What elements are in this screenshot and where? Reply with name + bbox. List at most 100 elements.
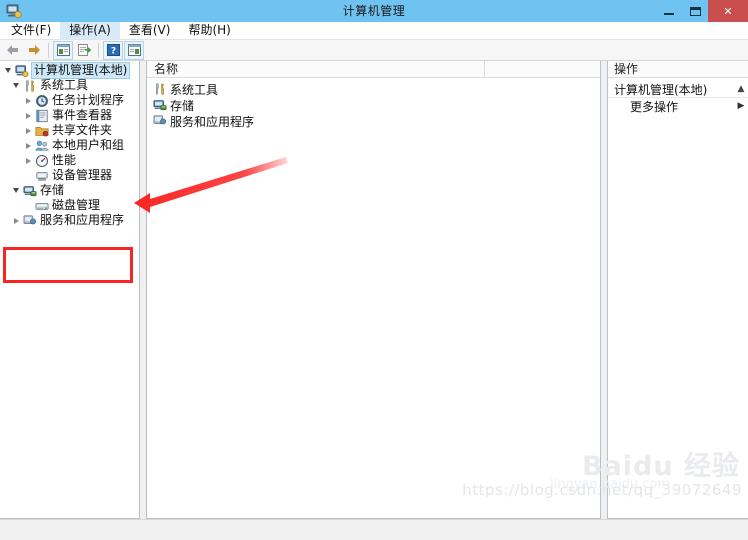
event-viewer-icon [34, 108, 49, 123]
expander-placeholder [22, 168, 34, 183]
svg-text:?: ? [110, 46, 115, 56]
help-icon: ? [106, 41, 120, 60]
tree-item-storage[interactable]: 存储 [0, 183, 139, 198]
tree-item-local-users-groups[interactable]: 本地用户和组 [0, 138, 139, 153]
column-header-name[interactable]: 名称 [147, 61, 485, 78]
tree-item-computer-management[interactable]: 计算机管理(本地) [0, 62, 139, 79]
tree-item-label: 存储 [40, 183, 65, 197]
list-item[interactable]: 存储 [147, 97, 600, 113]
tree-item-disk-management[interactable]: 磁盘管理 [0, 198, 139, 213]
list-item[interactable]: 系统工具 [147, 81, 600, 97]
result-list-pane: 名称 系统工具 存储 服务和应用程序 [146, 61, 601, 519]
tree-item-label: 共享文件夹 [52, 123, 113, 137]
expander-icon[interactable] [22, 153, 34, 168]
actions-group-title: 计算机管理(本地) [614, 82, 708, 97]
chevron-up-icon[interactable]: ▲ [734, 84, 748, 94]
tree-item-label: 计算机管理(本地) [30, 62, 131, 79]
toolbar-separator-2 [98, 42, 99, 58]
export-list-button[interactable] [74, 41, 94, 60]
actions-group-header[interactable]: 计算机管理(本地) ▲ [608, 81, 748, 98]
action-more-actions[interactable]: 更多操作 ▶ [608, 98, 748, 114]
system-tools-icon [152, 82, 167, 97]
expander-icon[interactable] [10, 183, 22, 198]
title-bar: 计算机管理 ✕ [0, 0, 748, 22]
menu-bar: 文件(F) 操作(A) 查看(V) 帮助(H) [0, 22, 748, 40]
expander-placeholder [22, 198, 34, 213]
tree-item-label: 设备管理器 [52, 168, 113, 182]
expander-icon[interactable] [10, 78, 22, 93]
performance-icon [34, 153, 49, 168]
close-button[interactable]: ✕ [708, 0, 748, 22]
computer-management-window: 计算机管理 ✕ 文件(F) 操作(A) 查看(V) 帮助(H) ? 计算机管理(… [0, 0, 748, 540]
show-action-pane-button[interactable] [124, 40, 144, 60]
list-item-label: 存储 [170, 98, 195, 113]
tree-item-label: 性能 [52, 153, 77, 167]
services-applications-icon [22, 213, 37, 228]
expander-icon[interactable] [10, 213, 22, 228]
services-applications-icon [152, 114, 167, 129]
list-item[interactable]: 服务和应用程序 [147, 113, 600, 129]
tree-item-label: 磁盘管理 [52, 198, 101, 212]
expander-icon[interactable] [22, 138, 34, 153]
window-title: 计算机管理 [342, 4, 406, 18]
expander-icon[interactable] [2, 63, 14, 78]
disk-management-icon [34, 198, 49, 213]
tree-item-device-manager[interactable]: 设备管理器 [0, 168, 139, 183]
window-controls: ✕ [656, 0, 748, 22]
help-button[interactable]: ? [103, 40, 123, 60]
task-scheduler-icon [34, 93, 49, 108]
menu-action[interactable]: 操作(A) [60, 22, 120, 39]
tree-item-label: 系统工具 [40, 78, 89, 92]
show-hide-tree-button[interactable] [53, 40, 73, 60]
device-manager-icon [34, 168, 49, 183]
storage-icon [22, 183, 37, 198]
menu-view[interactable]: 查看(V) [120, 22, 180, 39]
expander-icon[interactable] [22, 123, 34, 138]
show-action-pane-icon [127, 41, 141, 60]
toolbar: ? [0, 40, 748, 61]
tree-item-system-tools[interactable]: 系统工具 [0, 78, 139, 93]
main-panes: 计算机管理(本地) 系统工具 任务计划程序 事件查看器 共享文件夹 本地用户和组… [0, 61, 748, 519]
forward-arrow-icon [27, 41, 41, 60]
expander-icon[interactable] [22, 93, 34, 108]
minimize-icon [664, 12, 674, 15]
actions-pane: 操作 计算机管理(本地) ▲ 更多操作 ▶ [607, 61, 748, 519]
expander-icon[interactable] [22, 108, 34, 123]
minimize-button[interactable] [656, 0, 682, 22]
list-column-header: 名称 [147, 61, 600, 78]
list-item-label: 系统工具 [170, 82, 219, 97]
maximize-button[interactable] [682, 0, 708, 22]
annotation-highlight-rect [3, 247, 133, 283]
column-header-filler [485, 61, 600, 78]
menu-file[interactable]: 文件(F) [2, 22, 60, 39]
tree-item-performance[interactable]: 性能 [0, 153, 139, 168]
console-tree: 计算机管理(本地) 系统工具 任务计划程序 事件查看器 共享文件夹 本地用户和组… [0, 61, 139, 228]
tree-item-label: 服务和应用程序 [40, 213, 125, 227]
storage-icon [152, 98, 167, 113]
tree-item-task-scheduler[interactable]: 任务计划程序 [0, 93, 139, 108]
chevron-right-icon: ▶ [737, 101, 745, 111]
tree-item-label: 本地用户和组 [52, 138, 125, 152]
tree-item-event-viewer[interactable]: 事件查看器 [0, 108, 139, 123]
toolbar-separator-1 [48, 42, 49, 58]
local-users-groups-icon [34, 138, 49, 153]
actions-pane-header: 操作 [608, 61, 748, 78]
computer-management-icon [14, 63, 29, 78]
shared-folders-icon [34, 123, 49, 138]
list-rows: 系统工具 存储 服务和应用程序 [147, 78, 600, 129]
back-button[interactable] [3, 41, 23, 60]
export-list-icon [77, 41, 91, 60]
action-label: 更多操作 [630, 99, 679, 114]
tree-item-shared-folders[interactable]: 共享文件夹 [0, 123, 139, 138]
back-arrow-icon [6, 41, 20, 60]
system-tools-icon [22, 78, 37, 93]
forward-button[interactable] [24, 41, 44, 60]
maximize-icon [689, 6, 701, 16]
tree-item-label: 事件查看器 [52, 108, 113, 122]
tree-item-services-applications[interactable]: 服务和应用程序 [0, 213, 139, 228]
close-icon: ✕ [723, 4, 733, 18]
menu-help[interactable]: 帮助(H) [179, 22, 239, 39]
show-hide-tree-icon [56, 41, 70, 60]
list-item-label: 服务和应用程序 [170, 114, 255, 129]
status-bar [0, 519, 748, 540]
